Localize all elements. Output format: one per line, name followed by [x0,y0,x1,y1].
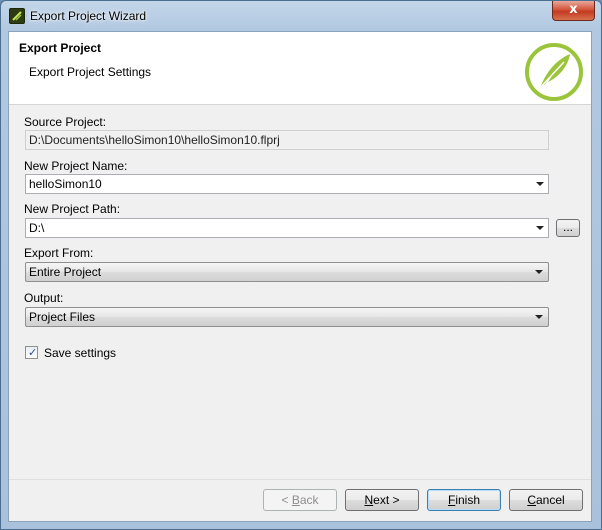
close-icon: x [569,2,578,17]
source-project-value: D:\Documents\helloSimon10\helloSimon10.f… [29,133,280,147]
app-icon [9,8,25,24]
export-from-select[interactable]: Entire Project [25,262,549,282]
page-title: Export Project [19,41,102,55]
back-button[interactable]: < Back [263,489,337,511]
new-project-name-label: New Project Name: [24,159,128,173]
next-button[interactable]: Next > [345,489,419,511]
source-project-label: Source Project: [24,115,107,129]
wizard-header: Export Project Export Project Settings [9,32,591,105]
new-project-path-value: D:\ [29,221,45,235]
source-project-field: D:\Documents\helloSimon10\helloSimon10.f… [25,130,549,150]
output-label: Output: [24,291,64,305]
dropdown-arrow-icon[interactable] [536,226,544,230]
close-button[interactable]: x [552,1,595,21]
output-select[interactable]: Project Files [25,307,549,327]
wizard-client-area: Export Project Export Project Settings S… [8,31,592,522]
new-project-path-combo[interactable]: D:\ [25,218,549,238]
new-project-name-value: helloSimon10 [29,177,102,191]
export-from-label: Export From: [24,246,94,260]
browse-button[interactable]: ... [556,219,580,237]
export-from-value: Entire Project [29,265,102,279]
checkmark-icon: ✓ [28,346,38,359]
new-project-name-combo[interactable]: helloSimon10 [25,174,549,194]
dropdown-arrow-icon[interactable] [536,182,544,186]
dropdown-arrow-icon [535,270,543,274]
export-project-wizard-window: Export Project Wizard x Export Project E… [0,0,602,530]
output-value: Project Files [29,310,96,324]
dropdown-arrow-icon [535,315,543,319]
footer-divider [9,479,591,480]
cancel-button[interactable]: Cancel [509,489,583,511]
save-settings-checkbox[interactable]: ✓ [25,346,38,359]
title-bar[interactable]: Export Project Wizard x [1,1,601,31]
page-subtitle: Export Project Settings [29,65,152,79]
window-title: Export Project Wizard [30,9,147,23]
feather-logo-icon [524,42,584,102]
new-project-path-label: New Project Path: [24,202,121,216]
save-settings-label[interactable]: Save settings [44,346,116,360]
finish-button[interactable]: Finish [427,489,501,511]
